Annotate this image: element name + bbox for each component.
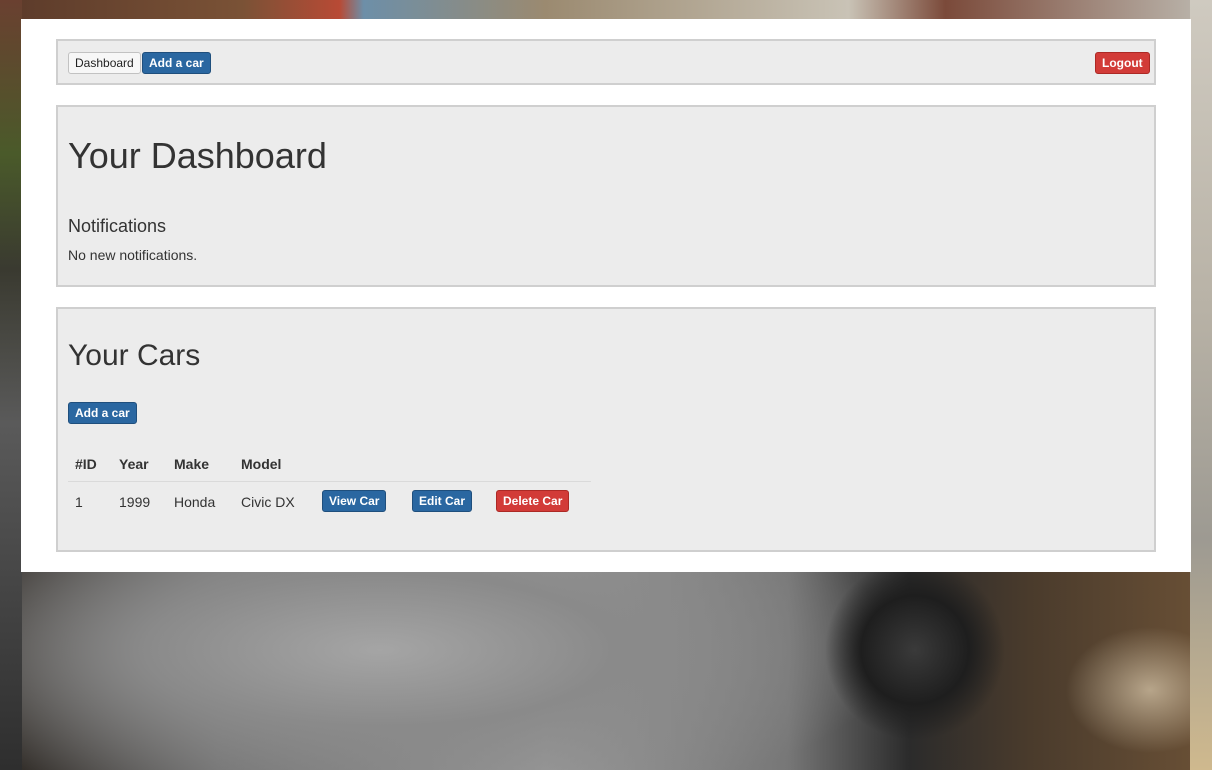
logout-button[interactable]: Logout	[1095, 52, 1150, 74]
cars-title: Your Cars	[68, 339, 201, 372]
car-make: Honda	[174, 494, 216, 510]
background-photo-right	[1190, 0, 1212, 770]
car-model: Civic DX	[241, 494, 295, 510]
column-header-year: Year	[119, 456, 149, 472]
main-card: Dashboard Add a car Logout Your Dashboar…	[21, 19, 1191, 572]
car-year: 1999	[119, 494, 151, 510]
column-header-make: Make	[174, 456, 210, 472]
navbar: Dashboard Add a car Logout	[56, 39, 1156, 85]
background-photo-left	[0, 0, 22, 770]
column-header-model: Model	[241, 456, 282, 472]
edit-car-button[interactable]: Edit Car	[412, 490, 473, 512]
car-id: 1	[75, 494, 83, 510]
delete-car-button[interactable]: Delete Car	[496, 490, 570, 512]
table-divider	[68, 481, 591, 482]
column-header-id: #ID	[75, 456, 97, 472]
background-photo-top	[0, 0, 1212, 20]
notifications-text: No new notifications.	[68, 247, 198, 263]
cars-panel: Your Cars Add a car #ID Year Make Model …	[56, 307, 1156, 552]
add-car-button[interactable]: Add a car	[68, 402, 137, 424]
dashboard-panel: Your Dashboard Notifications No new noti…	[56, 105, 1156, 287]
notifications-heading: Notifications	[68, 216, 167, 236]
dashboard-button[interactable]: Dashboard	[68, 52, 141, 74]
view-car-button[interactable]: View Car	[322, 490, 387, 512]
nav-add-car-button[interactable]: Add a car	[142, 52, 211, 74]
page-title: Your Dashboard	[68, 135, 327, 176]
